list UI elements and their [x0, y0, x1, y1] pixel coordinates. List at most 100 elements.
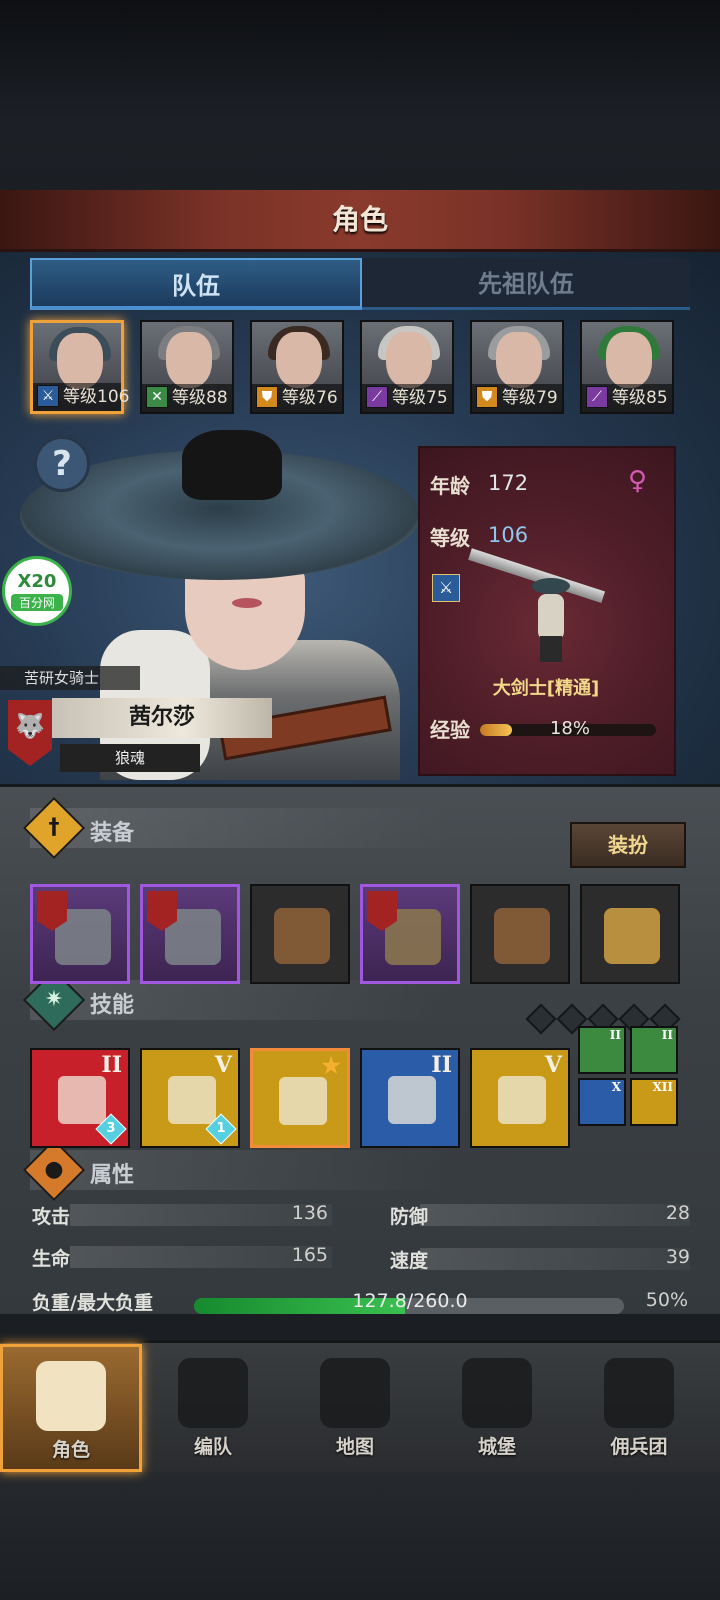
watermark-logo: X20 百分网	[2, 556, 72, 626]
female-icon: ♀	[628, 466, 648, 496]
defense-label: 防御	[390, 1206, 429, 1228]
character-subtitle: 苦研女骑士	[0, 666, 140, 690]
hero-face	[386, 332, 432, 388]
nav-castle[interactable]: 城堡	[426, 1344, 568, 1472]
skill-slot-4[interactable]: II	[360, 1048, 460, 1148]
nav-compass[interactable]: 地图	[284, 1344, 426, 1472]
skill-slot-3[interactable]: ★	[250, 1048, 350, 1148]
equip-slot-greatsword[interactable]	[30, 884, 130, 984]
attributes-title: 属性	[90, 1163, 135, 1188]
mercenary-icon	[604, 1358, 674, 1428]
team-member-3[interactable]: 等级76 ⛊	[250, 320, 344, 414]
character-portrait-lips	[232, 598, 262, 608]
tab-ancestor-team[interactable]: 先祖队伍	[362, 258, 690, 310]
passive-skill-1[interactable]: II	[578, 1026, 626, 1074]
exp-percent: 18%	[549, 718, 590, 739]
nav-label: 角色	[51, 1439, 90, 1461]
compass-icon	[320, 1358, 390, 1428]
staff-icon: ⟋	[586, 386, 608, 408]
skill-rank: V	[214, 1052, 232, 1078]
amulet-icon	[604, 908, 660, 964]
staff-icon: ⟋	[366, 386, 388, 408]
helmet-icon	[178, 1358, 248, 1428]
skill-gem-badge: 1	[205, 1113, 237, 1145]
age-label: 年龄	[430, 474, 470, 498]
skill-rank: II	[609, 1028, 621, 1042]
level-value: 106	[488, 523, 529, 547]
team-member-1[interactable]: 等级106 ⚔	[30, 320, 129, 414]
skill-gem-count: 1	[216, 1121, 226, 1136]
hero-face	[166, 332, 212, 388]
boots-icon	[494, 908, 550, 964]
character-portrait-bun	[182, 430, 282, 500]
nav-label: 编队	[193, 1436, 232, 1458]
skill-rank: XII	[652, 1080, 673, 1094]
team-member-2[interactable]: 等级88 ✕	[140, 320, 234, 414]
equip-slot-boots[interactable]	[470, 884, 570, 984]
skill-gem-badge: 3	[95, 1113, 127, 1145]
nav-label: 地图	[335, 1436, 374, 1458]
dress-up-button[interactable]: 装扮	[570, 822, 686, 868]
nav-label: 佣兵团	[610, 1436, 668, 1458]
help-button[interactable]: ?	[34, 436, 90, 492]
skills-title: 技能	[90, 993, 135, 1018]
team-member-6[interactable]: 等级85 ⟋	[580, 320, 674, 414]
watermark-bottom: 百分网	[11, 594, 63, 611]
skill-gem-count: 3	[106, 1121, 116, 1136]
character-name[interactable]: 茜尔莎	[52, 698, 272, 738]
character-title: 狼魂	[60, 744, 200, 772]
skill-glyph-icon	[168, 1076, 216, 1124]
load-label: 负重/最大负重	[32, 1292, 153, 1314]
skill-slot-5[interactable]: V	[470, 1048, 570, 1148]
equipment-title: 装备	[90, 821, 135, 846]
nav-helmet[interactable]: 编队	[142, 1344, 284, 1472]
skill-rank: II	[101, 1052, 122, 1078]
sword-icon: ⚔	[432, 574, 460, 602]
attack-value: 136	[291, 1202, 328, 1224]
load-value: 127.8/260.0	[352, 1290, 468, 1312]
equip-slot-helmet[interactable]	[250, 884, 350, 984]
equip-slot-greatsword[interactable]	[140, 884, 240, 984]
age-value: 172	[488, 471, 529, 495]
exp-bar-fill	[480, 724, 512, 736]
shield-icon: ⛊	[476, 386, 498, 408]
passive-skill-2[interactable]: II	[630, 1026, 678, 1074]
bottom-filler	[0, 1472, 720, 1600]
skill-glyph-icon	[498, 1076, 546, 1124]
class-name: 大剑士[精通]	[492, 678, 600, 699]
skill-slot-2[interactable]: V1	[140, 1048, 240, 1148]
equip-slot-armor[interactable]	[360, 884, 460, 984]
load-percent: 50%	[645, 1289, 688, 1311]
team-member-4[interactable]: 等级75 ⟋	[360, 320, 454, 414]
shield-icon: ⛊	[256, 386, 278, 408]
hp-value: 165	[291, 1244, 328, 1266]
hero-face	[276, 332, 322, 388]
nav-knight[interactable]: 角色	[0, 1344, 142, 1472]
defense-value: 28	[665, 1202, 690, 1224]
skill-rank: II	[431, 1052, 452, 1078]
skill-glyph-icon	[58, 1076, 106, 1124]
nav-mercenary[interactable]: 佣兵团	[568, 1344, 710, 1472]
exp-label: 经验	[430, 718, 470, 742]
skill-glyph-icon	[388, 1076, 436, 1124]
skill-rank: V	[544, 1052, 562, 1078]
star-icon: ★	[321, 1053, 341, 1079]
equip-slot-amulet[interactable]	[580, 884, 680, 984]
nav-label: 城堡	[477, 1436, 516, 1458]
passive-skill-4[interactable]: XII	[630, 1078, 678, 1126]
skill-rank: II	[661, 1028, 673, 1042]
watermark-top: X20	[17, 571, 57, 592]
knight-icon	[36, 1361, 106, 1431]
hero-face	[496, 332, 542, 388]
title-bar: 角色	[0, 190, 720, 252]
level-label: 等级	[430, 526, 470, 550]
skill-slot-1[interactable]: II 3	[30, 1048, 130, 1148]
passive-skill-3[interactable]: X	[578, 1078, 626, 1126]
skill-rank: X	[611, 1080, 621, 1094]
team-member-5[interactable]: 等级79 ⛊	[470, 320, 564, 414]
attack-label: 攻击	[32, 1206, 71, 1228]
hero-face	[57, 333, 103, 389]
helmet-icon	[274, 908, 330, 964]
page-title: 角色	[331, 203, 388, 236]
tab-team[interactable]: 队伍	[30, 258, 362, 310]
